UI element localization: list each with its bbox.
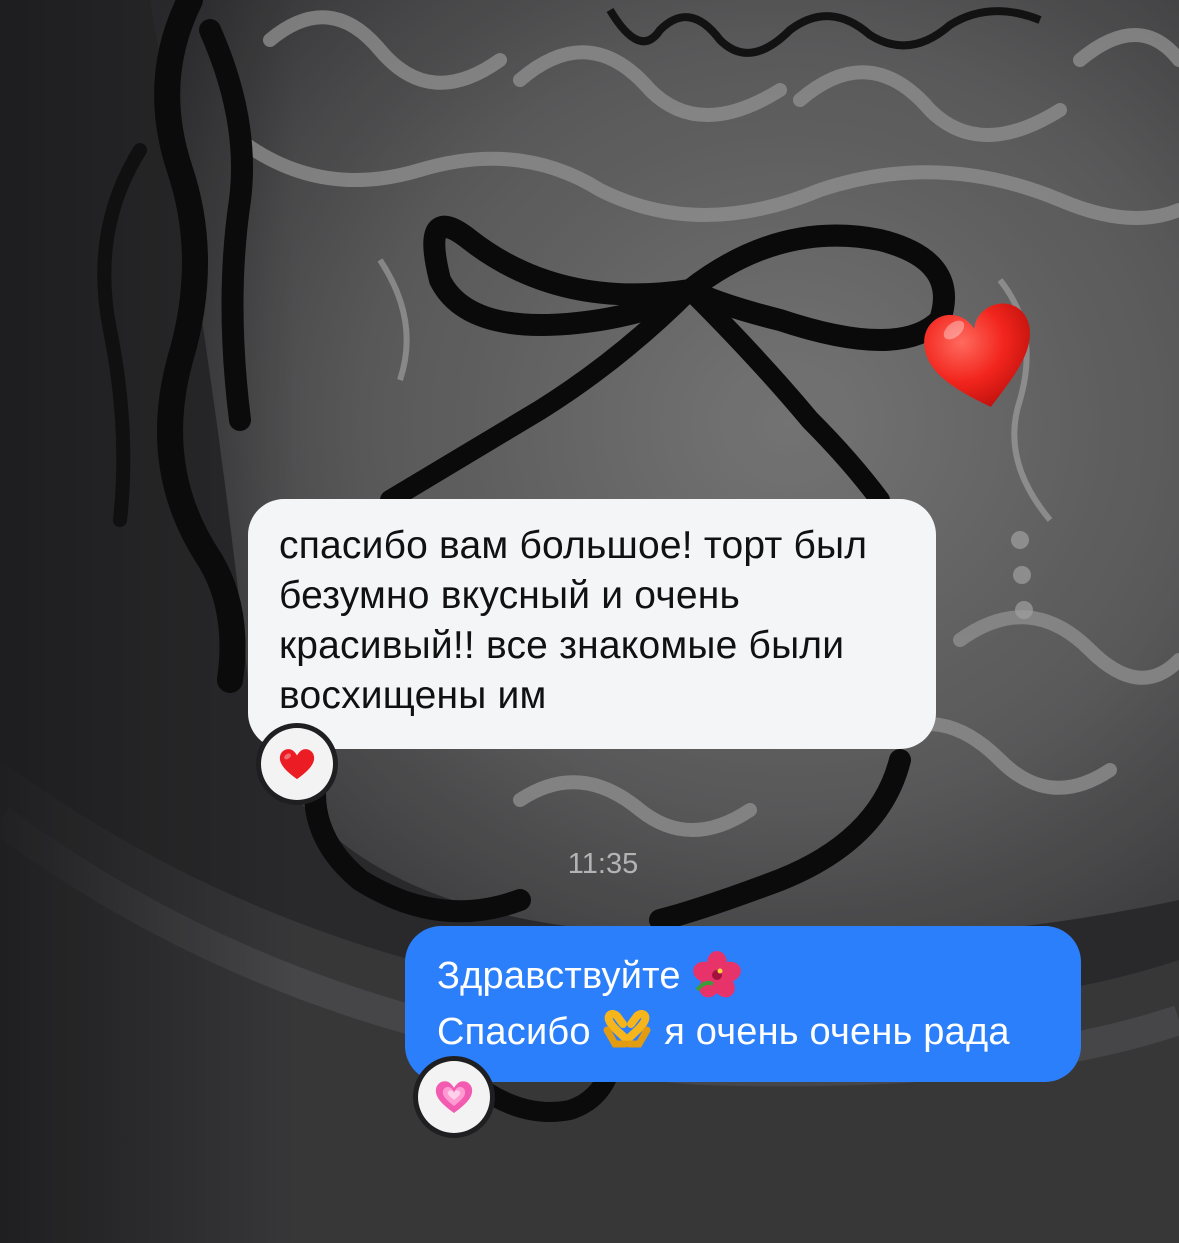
hibiscus-icon bbox=[693, 950, 742, 998]
message-timestamp: 11:35 bbox=[567, 848, 639, 880]
incoming-message-bubble[interactable]: спасибо вам большое! торт был безумно вк… bbox=[248, 499, 936, 749]
message-text: Спасибо bbox=[437, 1011, 591, 1053]
red-heart-sticker-icon bbox=[924, 303, 1030, 407]
red-heart-icon bbox=[279, 749, 315, 780]
outgoing-message-reaction[interactable] bbox=[418, 1061, 490, 1133]
outgoing-message-bubble[interactable]: Здравствуйте Спасибо я очень очень рада bbox=[405, 926, 1081, 1082]
chat-screen: спасибо вам большое! торт был безумно вк… bbox=[0, 0, 1179, 1243]
message-line: Спасибо я очень очень рада bbox=[437, 1004, 1057, 1060]
message-line: безумно вкусный и очень bbox=[279, 574, 741, 617]
pink-heart-icon bbox=[435, 1081, 473, 1113]
message-text: я очень очень рада bbox=[664, 1011, 1010, 1053]
heart-hands-icon bbox=[603, 1009, 651, 1048]
message-line: восхищены им bbox=[279, 674, 547, 717]
message-line: красивый!! все знакомые были bbox=[279, 624, 845, 667]
incoming-message-reaction[interactable] bbox=[261, 728, 333, 800]
message-line: спасибо вам большое! торт был bbox=[279, 524, 868, 567]
message-text: Здравствуйте bbox=[437, 955, 681, 997]
message-line: Здравствуйте bbox=[437, 948, 1057, 1004]
